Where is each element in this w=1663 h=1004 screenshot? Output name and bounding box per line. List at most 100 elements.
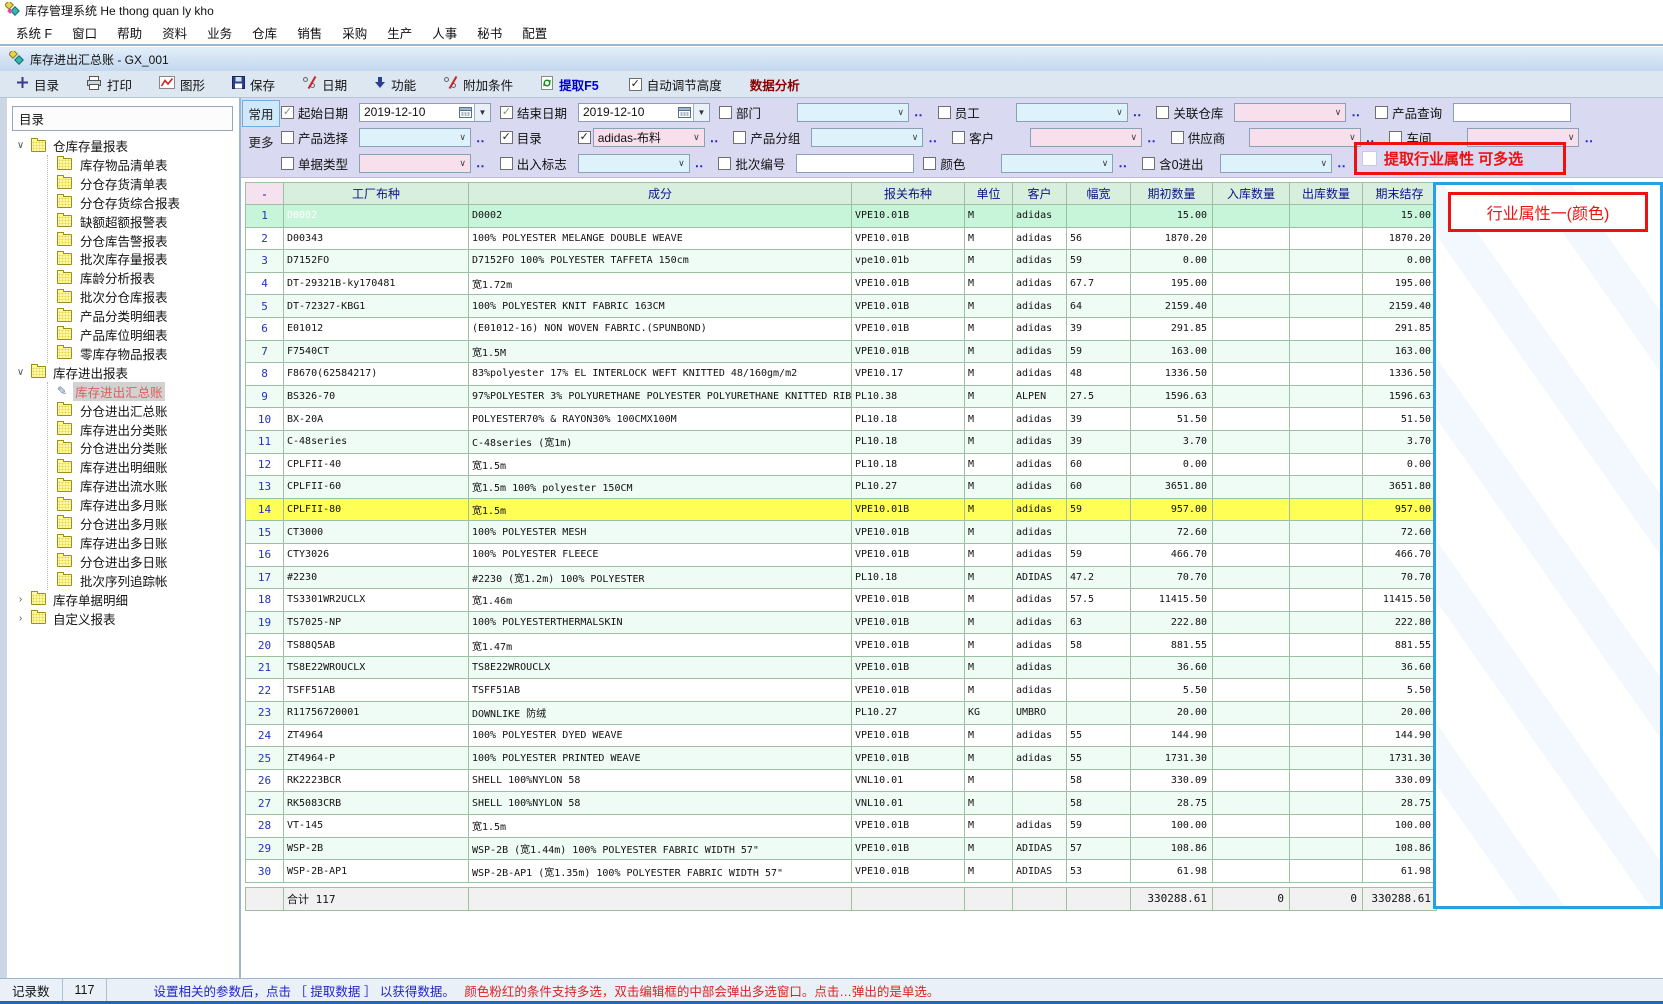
cell-出库数量[interactable] xyxy=(1290,860,1363,883)
cell-入库数量[interactable] xyxy=(1213,272,1290,295)
ellipsis-button[interactable]: ‥ xyxy=(1113,155,1133,171)
cell-出库数量[interactable] xyxy=(1290,792,1363,815)
tree-folder-仓库存量报表[interactable]: ∨仓库存量报表 xyxy=(10,136,239,155)
cell-客户[interactable]: adidas xyxy=(1013,317,1067,340)
cell-出库数量[interactable] xyxy=(1290,227,1363,250)
cell-客户[interactable]: adidas xyxy=(1013,340,1067,363)
dropdown-目录[interactable]: adidas-布料∨ xyxy=(593,128,705,147)
cell-客户[interactable]: adidas xyxy=(1013,611,1067,634)
cell-期初数量[interactable]: 20.00 xyxy=(1131,702,1213,725)
cell-幅宽[interactable]: 59 xyxy=(1067,250,1131,273)
cell-单位[interactable]: M xyxy=(965,589,1013,612)
cell-期末结存[interactable]: 70.70 xyxy=(1363,566,1437,589)
extract-industry-attr-group[interactable]: 提取行业属性 可多选 xyxy=(1354,142,1566,175)
row-number[interactable]: 20 xyxy=(246,634,284,657)
cell-出库数量[interactable] xyxy=(1290,250,1363,273)
row-number[interactable]: 3 xyxy=(246,250,284,273)
row-number[interactable]: 15 xyxy=(246,521,284,544)
cell-成分[interactable]: 宽1.5m xyxy=(469,498,852,521)
cell-客户[interactable]: adidas xyxy=(1013,724,1067,747)
cell-成分[interactable]: 宽1.46m xyxy=(469,589,852,612)
cell-单位[interactable]: M xyxy=(965,769,1013,792)
cell-幅宽[interactable]: 58 xyxy=(1067,792,1131,815)
cell-工厂布种[interactable]: DT-29321B-ky170481 xyxy=(284,272,469,295)
cell-单位[interactable]: M xyxy=(965,724,1013,747)
cell-客户[interactable]: adidas xyxy=(1013,521,1067,544)
cell-客户[interactable]: adidas xyxy=(1013,815,1067,838)
tree-item-分仓进出多日账[interactable]: 分仓进出多日账 xyxy=(57,552,239,571)
row-number[interactable]: 16 xyxy=(246,543,284,566)
row-number[interactable]: 29 xyxy=(246,837,284,860)
checkbox-icon[interactable]: ✓ xyxy=(629,78,642,91)
cell-单位[interactable]: M xyxy=(965,656,1013,679)
cell-入库数量[interactable] xyxy=(1213,769,1290,792)
cell-工厂布种[interactable]: ZT4964 xyxy=(284,724,469,747)
cell-成分[interactable]: 100% POLYESTER DYED WEAVE xyxy=(469,724,852,747)
tree-item-库存进出分类账[interactable]: 库存进出分类账 xyxy=(57,420,239,439)
cell-幅宽[interactable]: 60 xyxy=(1067,453,1131,476)
print-button[interactable]: 打印 xyxy=(86,75,132,94)
cell-客户[interactable]: ADIDAS xyxy=(1013,566,1067,589)
tree-item-分仓存货综合报表[interactable]: 分仓存货综合报表 xyxy=(57,193,239,212)
table-row[interactable]: 9BS326-7097%POLYESTER 3% POLYURETHANE PO… xyxy=(246,385,1437,408)
cell-成分[interactable]: SHELL 100%NYLON 58 xyxy=(469,792,852,815)
cell-幅宽[interactable]: 58 xyxy=(1067,769,1131,792)
tree-item-批次库存量报表[interactable]: 批次库存量报表 xyxy=(57,249,239,268)
cell-客户[interactable] xyxy=(1013,769,1067,792)
tree-item-库存进出明细账[interactable]: 库存进出明细账 xyxy=(57,457,239,476)
table-row[interactable]: 24ZT4964100% POLYESTER DYED WEAVEVPE10.0… xyxy=(246,724,1437,747)
menu-item-6[interactable]: 仓库 xyxy=(242,21,287,44)
cell-期初数量[interactable]: 100.00 xyxy=(1131,815,1213,838)
dropdown-客户[interactable]: ∨ xyxy=(1030,128,1142,147)
cell-报关布种[interactable]: VPE10.01B xyxy=(852,521,965,544)
cell-报关布种[interactable]: VPE10.01B xyxy=(852,272,965,295)
cell-期初数量[interactable]: 70.70 xyxy=(1131,566,1213,589)
filter-checkbox-批次编号[interactable] xyxy=(718,157,731,170)
cell-工厂布种[interactable]: DT-72327-KBG1 xyxy=(284,295,469,318)
tree-item-产品分类明细表[interactable]: 产品分类明细表 xyxy=(57,306,239,325)
cell-期初数量[interactable]: 5.50 xyxy=(1131,679,1213,702)
menu-item-9[interactable]: 生产 xyxy=(377,21,422,44)
column-header-成分[interactable]: 成分 xyxy=(469,183,852,205)
cell-期末结存[interactable]: 72.60 xyxy=(1363,521,1437,544)
cell-期末结存[interactable]: 108.86 xyxy=(1363,837,1437,860)
cell-出库数量[interactable] xyxy=(1290,589,1363,612)
cell-期末结存[interactable]: 2159.40 xyxy=(1363,295,1437,318)
table-row[interactable]: 15CT3000100% POLYESTER MESHVPE10.01BMadi… xyxy=(246,521,1437,544)
cell-出库数量[interactable] xyxy=(1290,724,1363,747)
cell-工厂布种[interactable]: VT-145 xyxy=(284,815,469,838)
cell-单位[interactable]: M xyxy=(965,611,1013,634)
cell-入库数量[interactable] xyxy=(1213,408,1290,431)
menu-item-3[interactable]: 帮助 xyxy=(107,21,152,44)
cell-单位[interactable]: M xyxy=(965,363,1013,386)
cell-期初数量[interactable]: 3.70 xyxy=(1131,430,1213,453)
ellipsis-button[interactable]: ‥ xyxy=(471,130,491,146)
table-row[interactable]: 5DT-72327-KBG1100% POLYESTER KNIT FABRIC… xyxy=(246,295,1437,318)
extract-button[interactable]: 提取F5 xyxy=(540,75,599,94)
graph-button[interactable]: 图形 xyxy=(159,75,205,94)
row-number[interactable]: 6 xyxy=(246,317,284,340)
cell-幅宽[interactable]: 64 xyxy=(1067,295,1131,318)
filter-checkbox-单据类型[interactable] xyxy=(281,157,294,170)
cell-单位[interactable]: M xyxy=(965,295,1013,318)
cell-出库数量[interactable] xyxy=(1290,295,1363,318)
row-number[interactable]: 28 xyxy=(246,815,284,838)
cell-工厂布种[interactable]: R11756720001 xyxy=(284,702,469,725)
cell-报关布种[interactable]: PL10.18 xyxy=(852,408,965,431)
ellipsis-button[interactable]: ‥ xyxy=(705,130,725,146)
row-number[interactable]: 10 xyxy=(246,408,284,431)
dropdown-部门[interactable]: ∨ xyxy=(797,103,909,122)
cell-工厂布种[interactable]: CPLFII-40 xyxy=(284,453,469,476)
cell-单位[interactable]: M xyxy=(965,543,1013,566)
cell-单位[interactable]: M xyxy=(965,272,1013,295)
cell-单位[interactable]: M xyxy=(965,385,1013,408)
cell-期初数量[interactable]: 1336.50 xyxy=(1131,363,1213,386)
cell-入库数量[interactable] xyxy=(1213,453,1290,476)
column-header-出库数量[interactable]: 出库数量 xyxy=(1290,183,1363,205)
row-number[interactable]: 13 xyxy=(246,476,284,499)
cell-期初数量[interactable]: 466.70 xyxy=(1131,543,1213,566)
cell-客户[interactable]: ADIDAS xyxy=(1013,860,1067,883)
tree-item-库存进出多日账[interactable]: 库存进出多日账 xyxy=(57,533,239,552)
cell-工厂布种[interactable]: ZT4964-P xyxy=(284,747,469,770)
tree-item-缺额超额报警表[interactable]: 缺额超额报警表 xyxy=(57,212,239,231)
